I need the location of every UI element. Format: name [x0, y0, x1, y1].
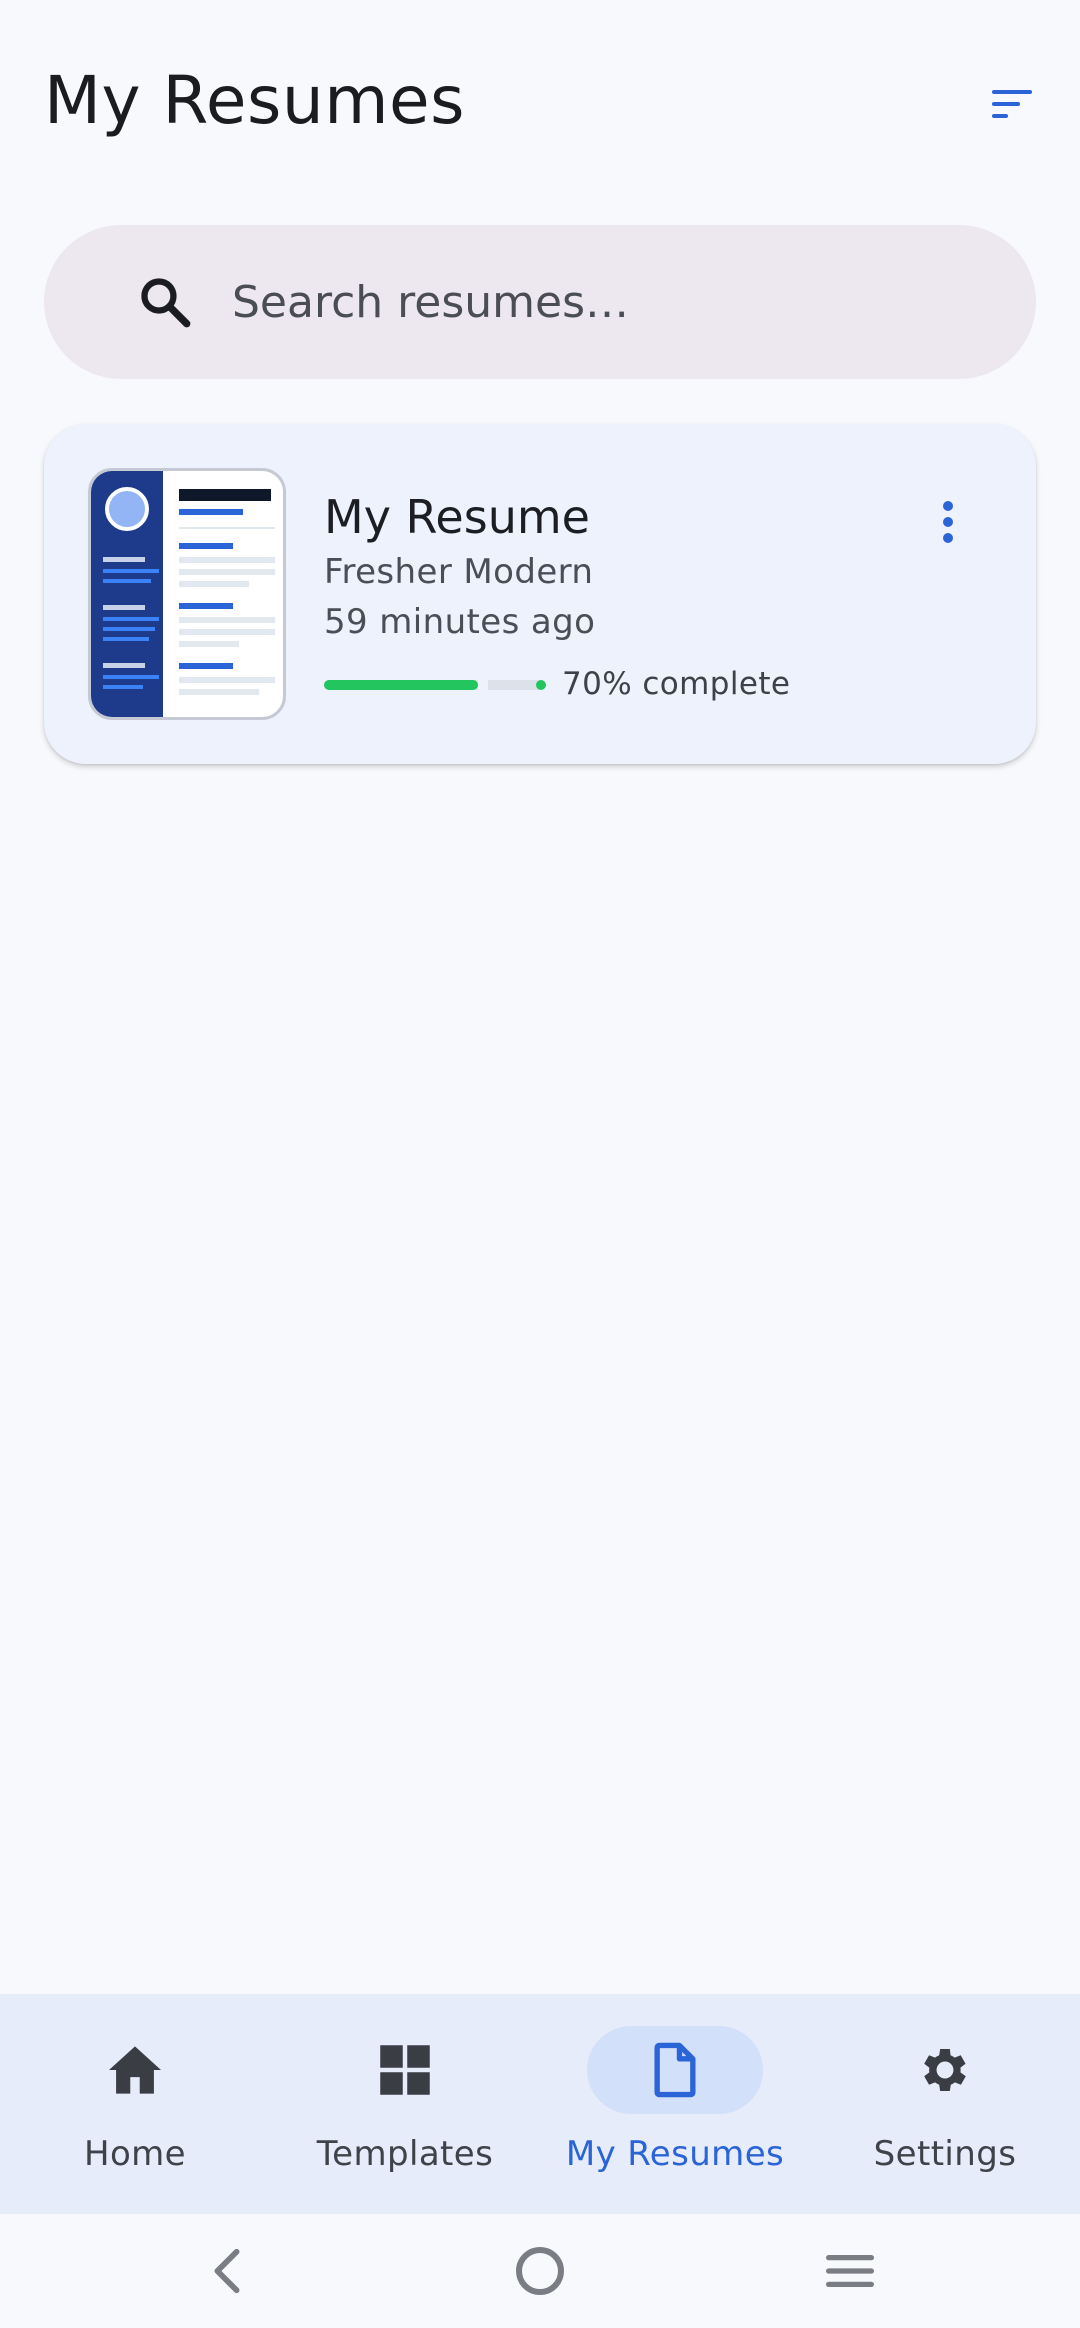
sort-button[interactable] — [984, 80, 1040, 128]
system-back-button[interactable] — [192, 2236, 262, 2306]
nav-pill-my-resumes — [587, 2026, 763, 2114]
circle-home-icon — [516, 2247, 564, 2295]
resume-thumbnail[interactable] — [88, 468, 286, 720]
app-screen: My Resumes Search resumes… My Resume Fre… — [0, 0, 1080, 2328]
search-icon — [141, 278, 191, 328]
progress-fill — [324, 680, 478, 690]
system-home-button[interactable] — [505, 2236, 575, 2306]
progress-gap — [478, 678, 488, 692]
nav-label-my-resumes: My Resumes — [565, 2134, 785, 2174]
progress-end-dot — [536, 680, 546, 690]
progress-bar — [324, 678, 546, 692]
sort-icon — [992, 90, 1032, 118]
nav-item-settings[interactable]: Settings — [810, 1994, 1080, 2214]
resume-card[interactable]: My Resume Fresher Modern 59 minutes ago … — [44, 424, 1036, 764]
home-icon — [109, 2046, 161, 2094]
nav-pill-home — [47, 2026, 223, 2114]
nav-item-templates[interactable]: Templates — [270, 1994, 540, 2214]
more-vert-icon — [943, 501, 953, 543]
resume-updated-time: 59 minutes ago — [324, 602, 596, 642]
nav-label-templates: Templates — [316, 2134, 494, 2174]
nav-pill-settings — [857, 2026, 1033, 2114]
header: My Resumes — [0, 0, 1080, 200]
search-bar[interactable] — [44, 225, 1036, 379]
back-icon — [214, 2248, 240, 2294]
more-options-button[interactable] — [926, 494, 970, 550]
system-recents-button[interactable] — [815, 2236, 885, 2306]
grid-icon — [380, 2045, 430, 2095]
nav-label-settings: Settings — [873, 2134, 1017, 2174]
document-icon — [654, 2042, 696, 2098]
progress-label: 70% complete — [562, 666, 791, 702]
menu-lines-icon — [826, 2255, 874, 2287]
gear-icon — [924, 2048, 966, 2092]
system-navigation-bar — [0, 2214, 1080, 2328]
bottom-navigation: Home Templates My Resumes Settings — [0, 1994, 1080, 2214]
resume-template-name: Fresher Modern — [324, 552, 594, 592]
nav-item-home[interactable]: Home — [0, 1994, 270, 2214]
nav-pill-templates — [317, 2026, 493, 2114]
nav-item-my-resumes[interactable]: My Resumes — [540, 1994, 810, 2214]
page-title: My Resumes — [44, 62, 465, 139]
search-input[interactable] — [230, 225, 990, 379]
resume-preview-image — [91, 471, 275, 717]
resume-title: My Resume — [324, 490, 590, 544]
nav-label-home: Home — [83, 2134, 186, 2174]
